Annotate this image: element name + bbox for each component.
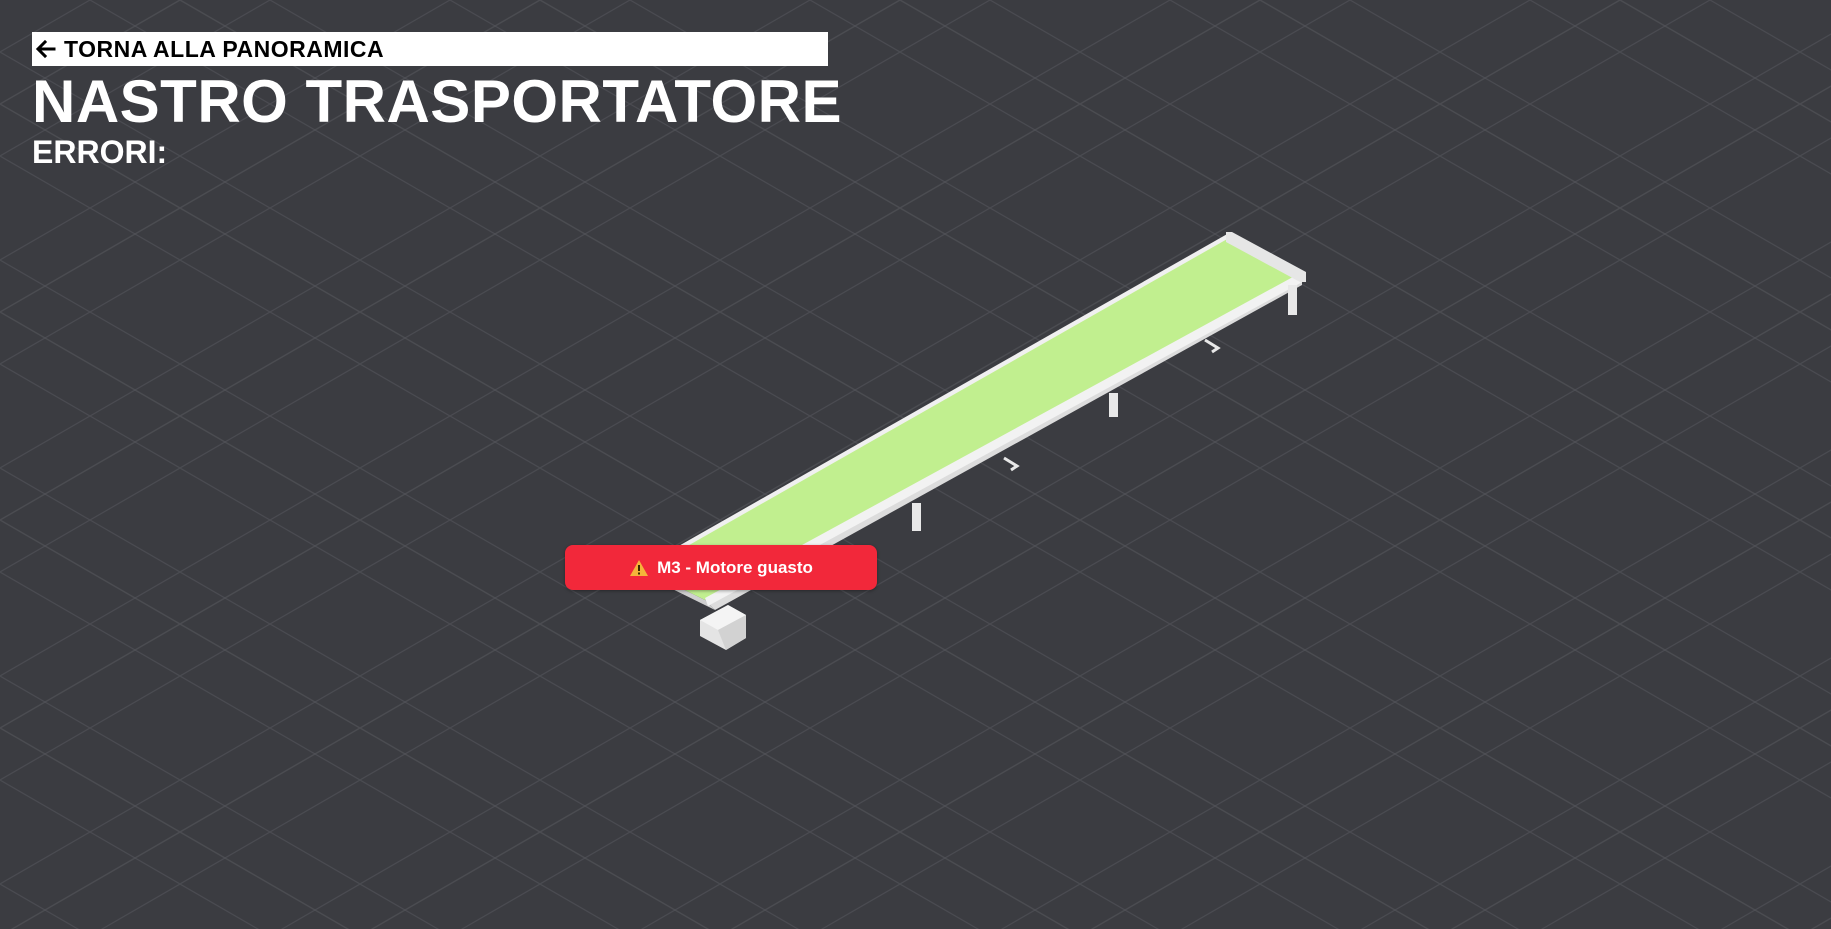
arrow-left-icon (32, 35, 60, 63)
back-to-overview-button[interactable]: TORNA ALLA PANORAMICA (32, 32, 828, 66)
belt-leg (1109, 393, 1118, 417)
header: TORNA ALLA PANORAMICA NASTRO TRASPORTATO… (32, 32, 843, 170)
error-message: M3 - Motore guasto (657, 557, 813, 577)
warning-icon (629, 559, 649, 577)
belt-leg (912, 503, 921, 531)
belt-leg (1288, 285, 1297, 315)
back-button-label: TORNA ALLA PANORAMICA (64, 35, 385, 62)
errors-label: ERRORI: (32, 134, 168, 170)
error-badge[interactable]: M3 - Motore guasto (565, 545, 877, 590)
scene-viewport[interactable]: TORNA ALLA PANORAMICA NASTRO TRASPORTATO… (0, 0, 1831, 929)
page-title: NASTRO TRASPORTATORE (32, 68, 843, 135)
